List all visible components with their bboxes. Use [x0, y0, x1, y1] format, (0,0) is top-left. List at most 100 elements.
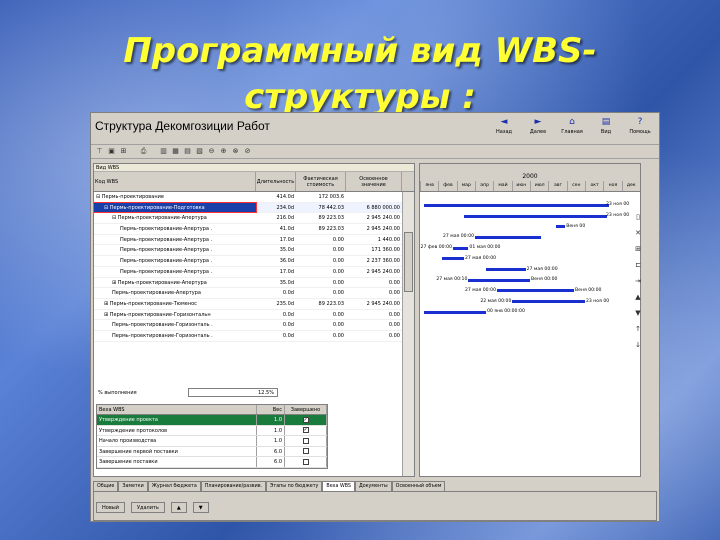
table-row[interactable]: Пермь-проектирование-Апертура . 36.0d 0.00… [94, 256, 414, 267]
zoom-in-icon[interactable]: ⊕ [219, 147, 228, 156]
table-row[interactable]: ⊞ Пермь-проектирование-Тюменос 235.0d 89 2… [94, 299, 414, 310]
gantt-month: июл [529, 181, 548, 191]
gantt-bar[interactable] [442, 257, 464, 261]
grid-icon[interactable]: ▤ [183, 147, 192, 156]
gantt-bar[interactable] [486, 268, 526, 272]
cell-earned: 2 945 240.00 [366, 268, 400, 275]
milestone-row[interactable]: Завершение поставки 6.0 [97, 457, 327, 468]
gantt-month: дек [621, 181, 640, 191]
gantt-bar[interactable] [424, 203, 610, 207]
cell-earned: 2 945 240.00 [366, 226, 400, 233]
table-row[interactable]: Пермь-проектирование-Апертура . 41.0d 89 2… [94, 224, 414, 235]
milestone-row[interactable]: Утверждение проекта 1.0 ✓ [97, 415, 327, 426]
table-row[interactable]: Пермь-проектирование-Апертура . 35.0d 0.00… [94, 245, 414, 257]
add-button[interactable]: Новый [96, 502, 125, 513]
back-button[interactable]: ◄ Назад [489, 116, 519, 136]
milestone-header-name[interactable]: Веха WBS [97, 405, 257, 414]
move-up-button[interactable]: ▲ [170, 502, 187, 513]
settings-icon[interactable]: ⊖ [207, 147, 216, 156]
gantt-bar[interactable] [464, 214, 607, 218]
detail-panel: % выполнения 12.5% Веха WBS Вес Завершен… [90, 380, 630, 520]
arrow-down-icon[interactable]: ↓ [635, 341, 641, 350]
cell-name: Пермь-проектирование-Апертура . [120, 226, 213, 233]
delete-button[interactable]: Удалить [130, 502, 165, 513]
gantt-month: авг [548, 181, 566, 191]
gantt-bar[interactable] [497, 289, 574, 293]
gantt-bar[interactable] [475, 235, 541, 239]
view-button[interactable]: ▤ Вид [591, 116, 621, 136]
home-button[interactable]: ⌂ Главная [557, 116, 587, 136]
table-row[interactable]: Пермь-проектирование-Горизонталь . 0.0d 0.… [94, 320, 414, 331]
header-name[interactable]: Код WBS [94, 172, 256, 191]
table-row[interactable]: ⊟ Пермь-проектирование-Подготовка 234.0d 7… [94, 201, 414, 214]
filter-icon[interactable]: ⊤ [95, 147, 104, 156]
table-row[interactable]: Пермь-проектирование-Апертура . 17.0d 0.00… [94, 267, 414, 278]
table-row[interactable]: ⊞ Пермь-проектирование-Апертура 35.0d 0.00… [94, 278, 414, 289]
progress-field[interactable]: 12.5% [188, 388, 278, 397]
milestone-row[interactable]: Начало производства 1.0 [97, 436, 327, 447]
cell-cost: 89 223.03 [318, 300, 344, 307]
table-row[interactable]: ⊟ Пермь-проектирование-Апертура 216.0d 89 … [94, 213, 414, 225]
cell-duration: 234.0d [276, 204, 295, 211]
milestone-header-done[interactable]: Завершено [285, 405, 327, 414]
table-row[interactable]: Пермь-проектирование-Горизонталь . 0.0d 0.… [94, 331, 414, 342]
header-cost[interactable]: Фактическая стоимость [296, 172, 346, 191]
milestones-header: Веха WBS Вес Завершено [97, 405, 327, 415]
link-icon[interactable]: ⊏ [635, 261, 641, 270]
table-row[interactable]: ⊟ Пермь-проектирование 414.0d 172 003.6 [94, 192, 414, 203]
cell-cost: 89 223.03 [318, 215, 344, 222]
indent-icon[interactable]: ⇥ [635, 277, 641, 286]
header-earned[interactable]: Освоенное значение [346, 172, 402, 191]
tree-icon[interactable]: ⊞ [119, 147, 128, 156]
milestone-row[interactable]: Завершение первой поставки 6.0 [97, 446, 327, 457]
cell-name: Пермь-проектирование-Апертура . [120, 268, 213, 275]
gantt-bar[interactable] [468, 278, 530, 282]
new-doc-icon[interactable]: ▯ [636, 213, 640, 222]
cell-name: Пермь-проектирование-Апертура . [120, 236, 213, 243]
done-checkbox[interactable] [302, 448, 309, 454]
cell-earned: 171 360.00 [371, 247, 400, 254]
table-row[interactable]: Пермь-проектирование-Апертура . 17.0d 0.00… [94, 235, 414, 246]
done-checkbox[interactable]: ✓ [302, 416, 309, 423]
arrow-up-icon[interactable]: ↑ [635, 325, 641, 334]
move-down-button[interactable]: ▼ [192, 502, 209, 513]
milestone-weight: 6.0 [257, 446, 285, 456]
columns-icon[interactable]: ▥ [159, 147, 168, 156]
print-icon[interactable]: ⎙ [139, 147, 148, 156]
gantt-bar[interactable] [512, 300, 585, 304]
cell-duration: 17.0d [279, 268, 294, 275]
tree-expand-icon[interactable]: ⊞ [635, 245, 641, 254]
milestone-name: Завершение первой поставки [97, 446, 257, 456]
zoom-out-icon[interactable]: ⊗ [231, 147, 240, 156]
find-icon[interactable]: ⊘ [243, 147, 252, 156]
forward-button[interactable]: ► Далее [523, 116, 553, 136]
milestone-done: ✓ [285, 415, 327, 425]
cell-duration: 35.0d [279, 247, 294, 254]
gantt-bar[interactable] [424, 310, 486, 314]
milestone-done [285, 436, 327, 446]
close-icon[interactable]: ✕ [635, 229, 641, 238]
cell-duration: 414.0d [276, 194, 295, 200]
gantt-bar[interactable] [453, 246, 469, 250]
milestone-header-weight[interactable]: Вес [257, 405, 285, 414]
cell-duration: 36.0d [279, 258, 294, 265]
layout-icon[interactable]: ▦ [171, 147, 180, 156]
scroll-thumb[interactable] [404, 232, 413, 292]
move-down-icon[interactable]: ▼ [635, 309, 640, 318]
table-row[interactable]: Пермь-проектирование-Апертура 0.0d 0.00 0.0… [94, 288, 414, 299]
cell-duration: 235.0d [276, 300, 295, 307]
side-toolbar: ▯ ✕ ⊞ ⊏ ⇥ ▲ ▼ ↑ ↓ [632, 213, 644, 350]
header-duration[interactable]: Длительность [256, 172, 296, 191]
table-row[interactable]: ⊞ Пермь-проектирование-Горизонтальн 0.0d 0… [94, 310, 414, 321]
gantt-start-label: 27 мая 00:00 [464, 287, 496, 293]
milestone-row[interactable]: Утверждение протоколов 1.0 ✓ [97, 425, 327, 436]
gantt-bar[interactable] [556, 225, 566, 229]
done-checkbox[interactable] [302, 437, 309, 444]
done-checkbox[interactable] [302, 458, 309, 465]
gantt-year: 2000 [522, 173, 538, 180]
done-checkbox[interactable]: ✓ [302, 427, 309, 433]
help-button[interactable]: ? Помощь [625, 116, 655, 136]
move-up-icon[interactable]: ▲ [635, 293, 640, 302]
save-icon[interactable]: ▣ [107, 147, 116, 156]
chart-icon[interactable]: ▧ [195, 147, 204, 156]
